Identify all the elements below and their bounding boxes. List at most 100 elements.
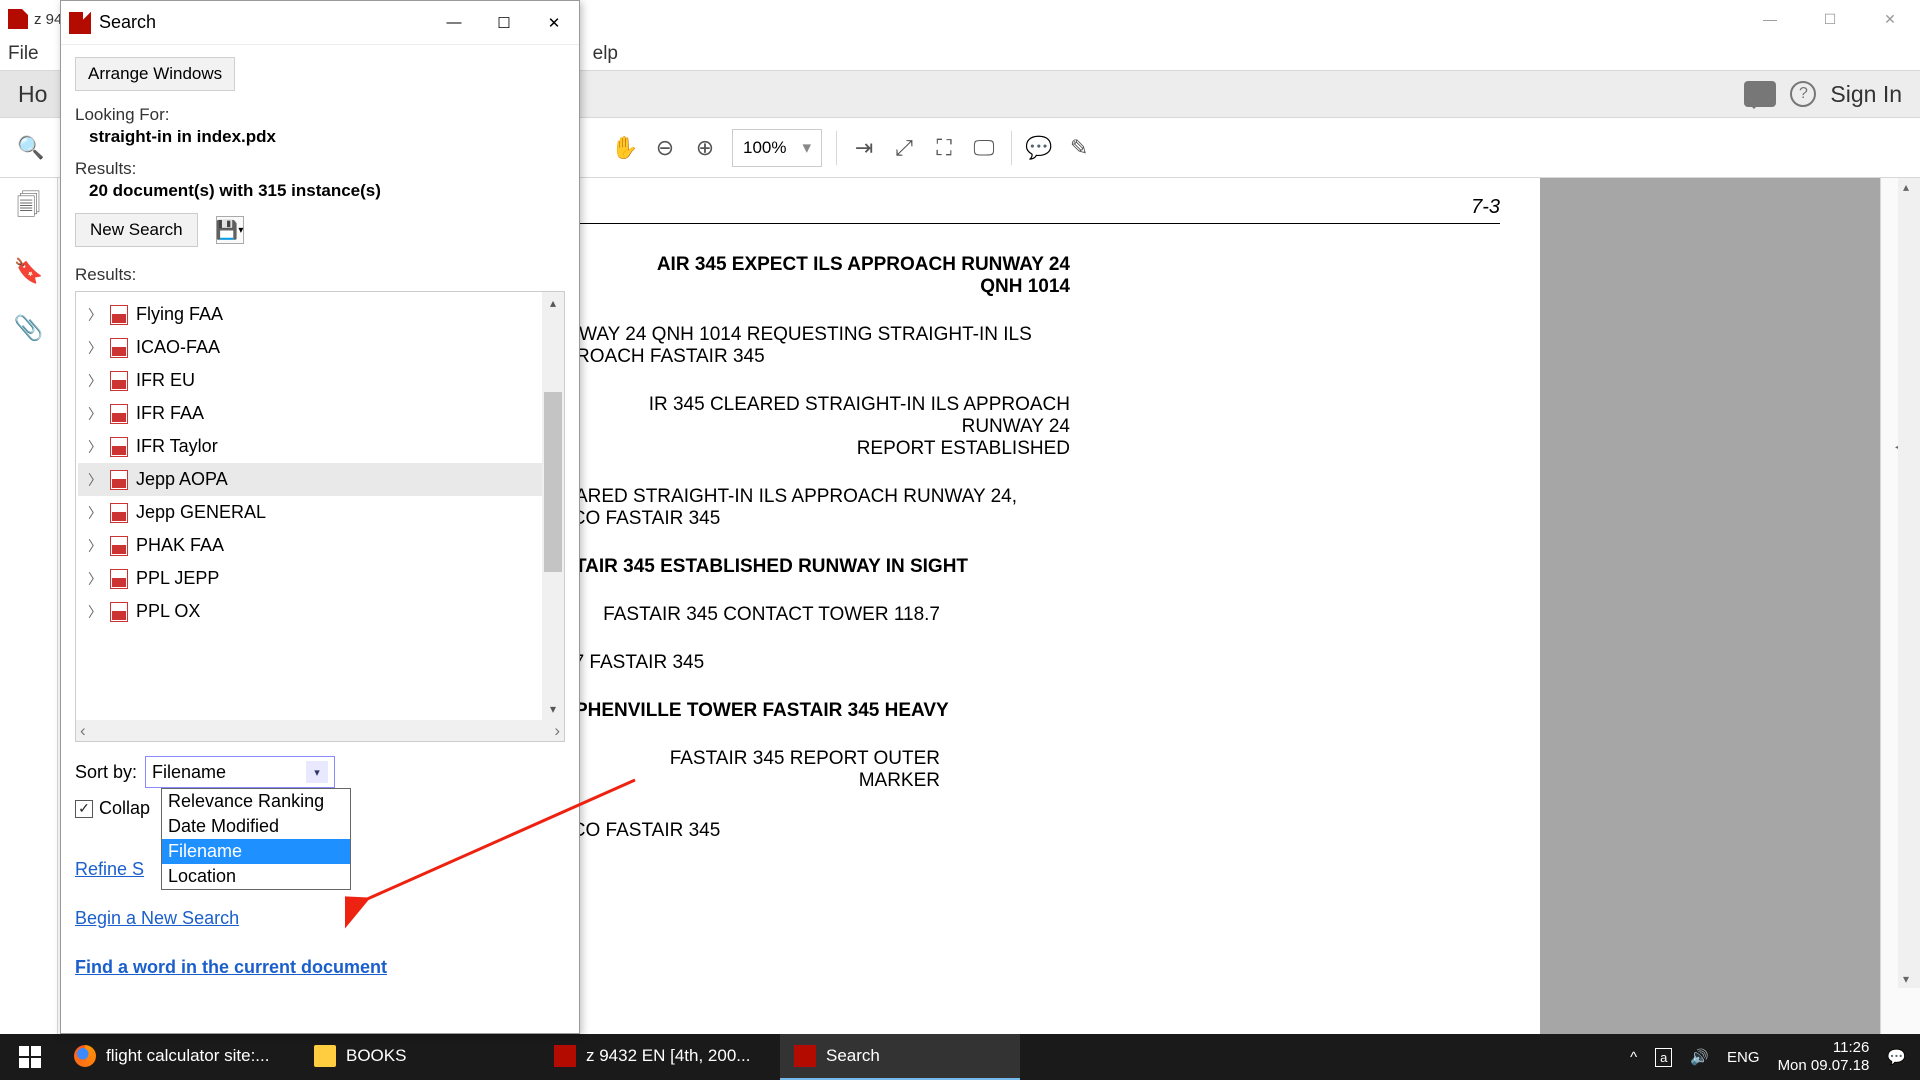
arrange-windows-button[interactable]: Arrange Windows	[75, 57, 235, 91]
sort-dropdown: Relevance RankingDate ModifiedFilenameLo…	[161, 788, 351, 890]
fit-width-icon[interactable]: ⇥	[851, 135, 877, 161]
search-minimize-button[interactable]: —	[429, 1, 479, 45]
adobe-icon	[554, 1045, 576, 1067]
page-number: 7-3	[1471, 196, 1500, 219]
language-indicator[interactable]: ENG	[1727, 1049, 1760, 1066]
chevron-right-icon: 〉	[88, 404, 102, 424]
adobe-icon	[794, 1045, 816, 1067]
search-close-button[interactable]: ✕	[529, 1, 579, 45]
result-label: PPL OX	[136, 601, 200, 622]
attachment-icon[interactable]: 📎	[14, 314, 44, 343]
sort-row: Sort by: Filename ▾ Relevance RankingDat…	[75, 756, 565, 788]
doc-line: WILCO FASTAIR 345	[538, 820, 1038, 842]
search-maximize-button[interactable]: ☐	[479, 1, 529, 45]
looking-for-label: Looking For:	[75, 105, 565, 125]
result-item[interactable]: 〉PHAK FAA	[78, 529, 562, 562]
zoom-out-icon[interactable]: ⊖	[652, 135, 678, 161]
adobe-icon	[8, 9, 28, 29]
begin-search-link[interactable]: Begin a New Search	[75, 908, 565, 929]
window-controls: — ☐ ✕	[1740, 0, 1920, 38]
notification-icon[interactable]	[1744, 81, 1776, 107]
search-icon[interactable]: 🔍	[18, 135, 44, 161]
zoom-in-icon[interactable]: ⊕	[692, 135, 718, 161]
chevron-right-icon: 〉	[88, 470, 102, 490]
maximize-button[interactable]: ☐	[1800, 0, 1860, 38]
results-label: Results:	[75, 159, 565, 179]
system-tray: ^ a 🔊 ENG 11:26 Mon 09.07.18 💬	[1630, 1039, 1920, 1075]
tray-chevron-icon[interactable]: ^	[1630, 1049, 1637, 1066]
zoom-level[interactable]: 100%▾	[732, 129, 822, 167]
taskbar-label: BOOKS	[346, 1046, 406, 1066]
help-icon[interactable]: ?	[1790, 81, 1816, 107]
result-item[interactable]: 〉IFR FAA	[78, 397, 562, 430]
dropdown-option[interactable]: Relevance Ranking	[162, 789, 350, 814]
results-scrollbar[interactable]: ▴▾	[542, 292, 564, 720]
results-value: 20 document(s) with 315 instance(s)	[75, 181, 565, 201]
result-item[interactable]: 〉 Flying FAA	[78, 298, 562, 331]
menu-help[interactable]: elp	[593, 43, 618, 65]
result-label: IFR Taylor	[136, 436, 218, 457]
save-results-icon[interactable]: 💾▾	[216, 216, 244, 244]
bookmark-icon[interactable]: 🔖	[14, 257, 44, 286]
result-item[interactable]: 〉 Jepp AOPA	[78, 463, 562, 496]
new-search-button[interactable]: New Search	[75, 213, 198, 247]
comment-icon[interactable]: 💬	[1026, 135, 1052, 161]
menu-file[interactable]: File	[8, 43, 39, 65]
volume-icon[interactable]: 🔊	[1690, 1048, 1709, 1066]
sort-by-select[interactable]: Filename ▾	[145, 756, 335, 788]
dropdown-option[interactable]: Date Modified	[162, 814, 350, 839]
pdf-icon	[110, 602, 128, 622]
result-item[interactable]: 〉IFR Taylor	[78, 430, 562, 463]
result-label: Flying FAA	[136, 304, 223, 325]
fullscreen-icon[interactable]: ⛶	[931, 135, 957, 161]
result-label: IFR EU	[136, 370, 195, 391]
taskbar-label: z 9432 EN [4th, 200...	[586, 1046, 750, 1066]
start-button[interactable]	[0, 1046, 60, 1068]
windows-icon	[19, 1046, 41, 1068]
input-indicator-icon[interactable]: a	[1655, 1048, 1672, 1067]
doc-line: FASTAIR 345 ESTABLISHED RUNWAY IN SIGHT	[538, 556, 1038, 578]
search-title: Search	[99, 12, 156, 33]
tab-home[interactable]: Ho	[0, 71, 66, 117]
result-item[interactable]: 〉IFR EU	[78, 364, 562, 397]
minimize-button[interactable]: —	[1740, 0, 1800, 38]
fit-page-icon[interactable]: ⤢	[891, 135, 917, 161]
doc-line: CLEARED STRAIGHT-IN ILS APPROACH RUNWAY …	[538, 486, 1038, 530]
result-item[interactable]: 〉ICAO-FAA	[78, 331, 562, 364]
pdf-icon	[110, 371, 128, 391]
result-item[interactable]: 〉Jepp GENERAL	[78, 496, 562, 529]
doc-line: STEPHENVILLE TOWER FASTAIR 345 HEAVY	[538, 700, 1038, 722]
close-button[interactable]: ✕	[1860, 0, 1920, 38]
clock[interactable]: 11:26 Mon 09.07.18	[1778, 1039, 1870, 1075]
result-item[interactable]: 〉PPL JEPP	[78, 562, 562, 595]
read-mode-icon[interactable]: 🖵	[971, 135, 997, 161]
result-label: Jepp AOPA	[136, 469, 228, 490]
adobe-icon	[69, 12, 91, 34]
signin-button[interactable]: Sign In	[1830, 81, 1902, 108]
results-list: 〉Flying FAA〉ICAO-FAA〉IFR EU〉IFR FAA〉IFR …	[75, 291, 565, 721]
pdf-icon	[110, 305, 128, 325]
pdf-icon	[110, 338, 128, 358]
pdf-icon	[110, 536, 128, 556]
dropdown-option[interactable]: Location	[162, 864, 350, 889]
taskbar-firefox[interactable]: flight calculator site:...	[60, 1034, 300, 1080]
chevron-right-icon: 〉	[88, 305, 102, 325]
result-label: ICAO-FAA	[136, 337, 220, 358]
find-in-doc-link[interactable]: Find a word in the current document	[75, 957, 565, 978]
doc-line: 118.7 FASTAIR 345	[538, 652, 1038, 674]
highlight-icon[interactable]: ✎	[1066, 135, 1092, 161]
chevron-down-icon: ▾	[306, 761, 328, 783]
vertical-scrollbar[interactable]	[1898, 178, 1920, 988]
chevron-right-icon: 〉	[88, 503, 102, 523]
hand-tool-icon[interactable]: ✋	[612, 135, 638, 161]
pages-icon[interactable]: 🗐	[17, 188, 41, 229]
taskbar-pdf[interactable]: z 9432 EN [4th, 200...	[540, 1034, 780, 1080]
collapse-checkbox[interactable]: ✓	[75, 800, 93, 818]
dropdown-option[interactable]: Filename	[162, 839, 350, 864]
taskbar-explorer[interactable]: BOOKS	[300, 1034, 540, 1080]
result-item[interactable]: 〉PPL OX	[78, 595, 562, 628]
taskbar-search[interactable]: Search	[780, 1034, 1020, 1080]
action-center-icon[interactable]: 💬	[1887, 1048, 1906, 1066]
results-list-label: Results:	[75, 265, 565, 285]
results-hscroll[interactable]	[75, 720, 565, 742]
